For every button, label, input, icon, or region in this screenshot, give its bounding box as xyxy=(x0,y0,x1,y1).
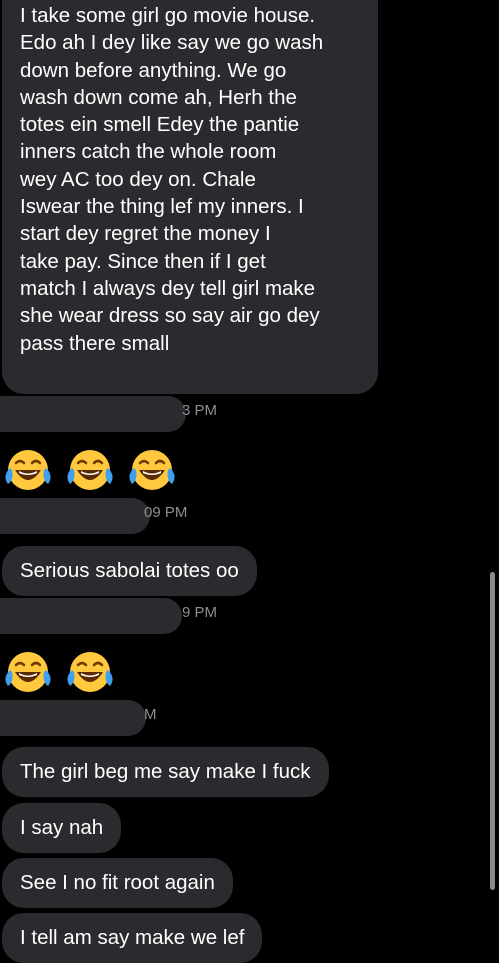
timestamp: 09 PM xyxy=(144,504,188,521)
message-line: Edo ah I dey like say we go wash xyxy=(20,31,324,55)
message-text: I tell am say make we lef xyxy=(20,926,245,950)
tears-of-joy-emoji-icon xyxy=(4,446,52,494)
timestamp-row: M xyxy=(0,700,300,736)
redacted-sender xyxy=(0,498,150,534)
message-line: I take some girl go movie house. xyxy=(20,4,316,27)
message-bubble[interactable]: I say nah xyxy=(2,803,122,853)
redacted-sender xyxy=(0,396,186,432)
timestamp-row: 9 PM xyxy=(0,598,300,634)
message-bubble[interactable]: The girl beg me say make I fuck xyxy=(2,747,329,797)
timestamp-row: 3 PM xyxy=(0,396,300,432)
message-line: she wear dress so say air go dey xyxy=(20,304,320,328)
timestamp: M xyxy=(144,706,157,723)
tears-of-joy-emoji-icon xyxy=(66,446,114,494)
message-line: wey AC too dey on. Chale xyxy=(20,167,256,191)
message-bubble[interactable]: I tell am say make we lef xyxy=(2,913,263,963)
message-bubble[interactable]: See I no fit root again xyxy=(2,858,233,908)
chat-screen: { "messages": { "long_message": [ "I tak… xyxy=(0,0,499,963)
message-line: totes ein smell Edey the pantie xyxy=(20,113,300,137)
message-text: Serious sabolai totes oo xyxy=(20,559,239,583)
message-line: wash down come ah, Herh the xyxy=(20,85,297,109)
tears-of-joy-emoji-icon xyxy=(66,648,114,696)
redacted-sender xyxy=(0,598,182,634)
emoji-reaction-row[interactable] xyxy=(4,648,114,696)
message-bubble-long[interactable]: I take some girl go movie house. Edo ah … xyxy=(2,0,378,394)
scrollbar[interactable] xyxy=(490,572,495,890)
timestamp: 9 PM xyxy=(182,604,218,621)
message-text: The girl beg me say make I fuck xyxy=(20,760,311,784)
message-bubble[interactable]: Serious sabolai totes oo xyxy=(2,546,257,596)
message-line: down before anything. We go xyxy=(20,58,287,82)
message-text: I say nah xyxy=(20,816,104,840)
message-line: Iswear the thing lef my inners. I xyxy=(20,195,304,219)
message-text: See I no fit root again xyxy=(20,871,215,895)
message-line: start dey regret the money I xyxy=(20,222,271,246)
timestamp: 3 PM xyxy=(182,402,218,419)
message-line: pass there small xyxy=(20,331,170,355)
redacted-sender xyxy=(0,700,146,736)
message-line: take pay. Since then if I get xyxy=(20,249,266,273)
message-text-long: I take some girl go movie house. Edo ah … xyxy=(20,2,366,357)
tears-of-joy-emoji-icon xyxy=(4,648,52,696)
message-line: match I always dey tell girl make xyxy=(20,276,316,300)
tears-of-joy-emoji-icon xyxy=(128,446,176,494)
emoji-reaction-row[interactable] xyxy=(4,446,176,494)
timestamp-row: 09 PM xyxy=(0,498,300,534)
message-line: inners catch the whole room xyxy=(20,140,277,164)
